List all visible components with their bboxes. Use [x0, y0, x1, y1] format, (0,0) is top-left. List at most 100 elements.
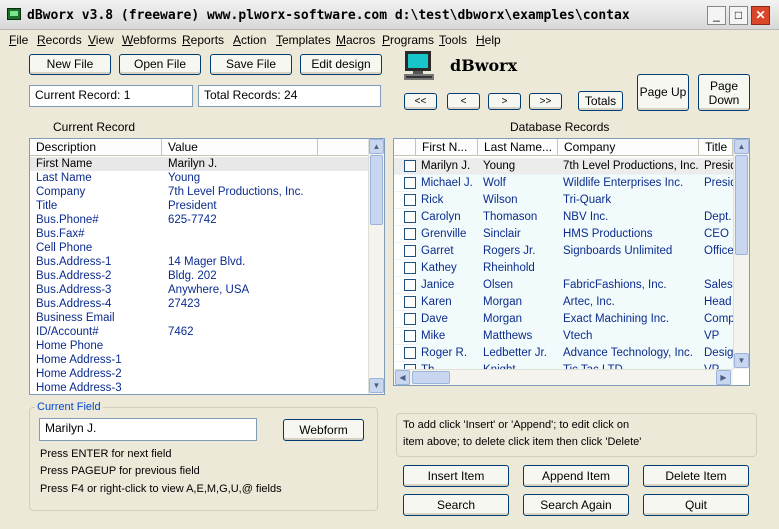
field-value[interactable]	[162, 311, 318, 325]
row-checkbox[interactable]	[404, 228, 416, 240]
first-name-cell[interactable]: Mike	[416, 328, 478, 345]
database-row[interactable]: Kathey Rheinhold	[394, 260, 733, 277]
company-cell[interactable]: FabricFashions, Inc.	[558, 277, 699, 294]
maximize-button[interactable]: □	[729, 6, 748, 25]
current-field-input[interactable]: Marilyn J.	[39, 418, 257, 441]
company-cell[interactable]: Exact Machining Inc.	[558, 311, 699, 328]
database-row[interactable]: Grenville Sinclair HMS Productions CEO	[394, 226, 733, 243]
field-value[interactable]	[162, 353, 318, 367]
left-vertical-scrollbar[interactable]: ▲ ▼	[368, 139, 384, 394]
current-record-grid[interactable]: Description Value First Name Marilyn J. La…	[29, 138, 385, 395]
database-row[interactable]: DaveMorganExact Machining Inc.Compt	[394, 311, 733, 328]
field-value[interactable]: 625-7742	[162, 213, 318, 227]
record-row[interactable]: Home Address-1	[30, 353, 368, 367]
field-value[interactable]	[162, 227, 318, 241]
last-name-cell[interactable]: Ledbetter Jr.	[478, 345, 558, 362]
first-name-cell[interactable]: Rick	[416, 192, 478, 209]
page-down-button[interactable]: Page Down	[698, 74, 750, 111]
row-checkbox[interactable]	[404, 160, 416, 172]
database-row[interactable]: Michael J. Wolf Wildlife Enterprises Inc. P…	[394, 175, 733, 192]
menu-webforms[interactable]: Webforms	[122, 33, 176, 47]
column-header-description[interactable]: Description	[30, 139, 162, 156]
record-row[interactable]: Bus.Address-3 Anywhere, USA	[30, 283, 368, 297]
right-horizontal-scrollbar[interactable]: ◀ ▶	[394, 369, 733, 385]
quit-button[interactable]: Quit	[643, 494, 749, 516]
record-row[interactable]: ID/Account# 7462	[30, 325, 368, 339]
company-cell[interactable]: Vtech	[558, 328, 699, 345]
title-cell[interactable]	[699, 260, 733, 277]
company-cell[interactable]: Artec, Inc.	[558, 294, 699, 311]
menu-reports[interactable]: Reports	[182, 33, 224, 47]
last-record-button[interactable]: >>	[529, 93, 562, 110]
totals-button[interactable]: Totals	[578, 91, 623, 111]
record-row[interactable]: Home Address-2	[30, 367, 368, 381]
menu-file[interactable]: File	[9, 33, 28, 47]
row-checkbox[interactable]	[404, 347, 416, 359]
field-value[interactable]: Bldg. 202	[162, 269, 318, 283]
field-value[interactable]	[162, 241, 318, 255]
record-row[interactable]: First Name Marilyn J.	[30, 157, 368, 171]
search-again-button[interactable]: Search Again	[523, 494, 629, 516]
close-button[interactable]: ✕	[751, 6, 770, 25]
scroll-down-icon[interactable]: ▼	[734, 353, 749, 368]
row-checkbox[interactable]	[404, 313, 416, 325]
row-checkbox[interactable]	[404, 279, 416, 291]
row-checkbox[interactable]	[404, 194, 416, 206]
menu-view[interactable]: View	[88, 33, 114, 47]
title-cell[interactable]: VP	[699, 328, 733, 345]
next-record-button[interactable]: >	[488, 93, 521, 110]
record-row[interactable]: Home Phone	[30, 339, 368, 353]
right-vertical-scrollbar[interactable]: ▲ ▼	[733, 139, 749, 369]
title-cell[interactable]: Presid	[699, 158, 733, 175]
row-checkbox[interactable]	[404, 211, 416, 223]
new-file-button[interactable]: New File	[29, 54, 111, 75]
database-row[interactable]: Karen Morgan Artec, Inc. Head	[394, 294, 733, 311]
field-value[interactable]: 7462	[162, 325, 318, 339]
column-header-title[interactable]: Title	[699, 139, 733, 156]
insert-item-button[interactable]: Insert Item	[403, 465, 509, 487]
record-row[interactable]: Cell Phone	[30, 241, 368, 255]
first-name-cell[interactable]: Roger R.	[416, 345, 478, 362]
company-cell[interactable]	[558, 260, 699, 277]
title-cell[interactable]: Compt	[699, 311, 733, 328]
record-row[interactable]: Bus.Fax#	[30, 227, 368, 241]
record-row[interactable]: Bus.Address-4 27423	[30, 297, 368, 311]
title-cell[interactable]: Head	[699, 294, 733, 311]
field-value[interactable]	[162, 381, 318, 394]
database-row[interactable]: Roger R. Ledbetter Jr. Advance Technology,…	[394, 345, 733, 362]
first-name-cell[interactable]: Janice	[416, 277, 478, 294]
company-cell[interactable]: HMS Productions	[558, 226, 699, 243]
previous-record-button[interactable]: <	[447, 93, 480, 110]
last-name-cell[interactable]: Rheinhold	[478, 260, 558, 277]
scroll-left-icon[interactable]: ◀	[395, 370, 410, 385]
last-name-cell[interactable]: Wilson	[478, 192, 558, 209]
last-name-cell[interactable]: Rogers Jr.	[478, 243, 558, 260]
last-name-cell[interactable]: Young	[478, 158, 558, 175]
first-name-cell[interactable]: Karen	[416, 294, 478, 311]
last-name-cell[interactable]: Morgan	[478, 294, 558, 311]
save-file-button[interactable]: Save File	[210, 54, 292, 75]
last-name-cell[interactable]: Sinclair	[478, 226, 558, 243]
record-row[interactable]: Business Email	[30, 311, 368, 325]
row-checkbox[interactable]	[404, 296, 416, 308]
scroll-right-icon[interactable]: ▶	[716, 370, 731, 385]
delete-item-button[interactable]: Delete Item	[643, 465, 749, 487]
column-header-company[interactable]: Company	[558, 139, 699, 156]
first-name-cell[interactable]: Kathey	[416, 260, 478, 277]
record-row[interactable]: Title President	[30, 199, 368, 213]
first-name-cell[interactable]: Marilyn J.	[416, 158, 478, 175]
title-cell[interactable]: CEO	[699, 226, 733, 243]
row-checkbox[interactable]	[404, 245, 416, 257]
company-cell[interactable]: Wildlife Enterprises Inc.	[558, 175, 699, 192]
database-records-grid[interactable]: First N... Last Name... Company Title Ma…	[393, 138, 750, 386]
record-row[interactable]: Bus.Phone# 625-7742	[30, 213, 368, 227]
field-value[interactable]	[162, 367, 318, 381]
company-cell[interactable]: NBV Inc.	[558, 209, 699, 226]
menu-help[interactable]: Help	[476, 33, 501, 47]
title-cell[interactable]: Dept.	[699, 209, 733, 226]
row-checkbox[interactable]	[404, 177, 416, 189]
page-up-button[interactable]: Page Up	[637, 74, 689, 111]
webform-button[interactable]: Webform	[283, 419, 364, 441]
company-cell[interactable]: Advance Technology, Inc.	[558, 345, 699, 362]
first-name-cell[interactable]: Michael J.	[416, 175, 478, 192]
